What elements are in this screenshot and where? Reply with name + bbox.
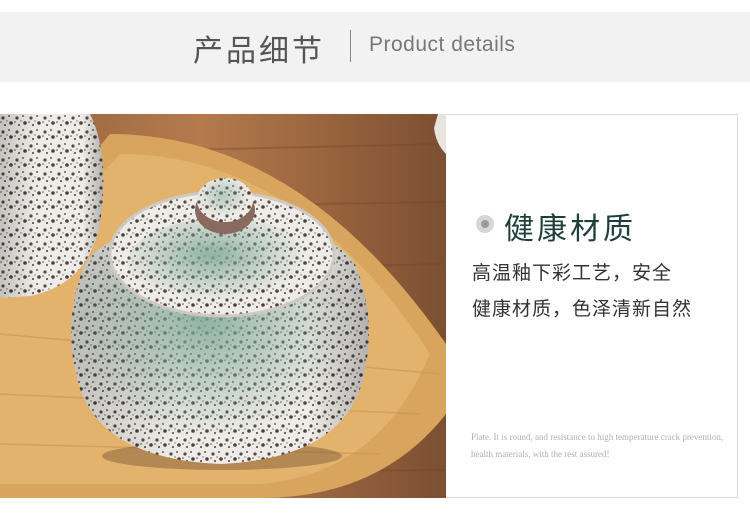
ceramic-jar-illustration [0,114,446,498]
header-divider [350,30,351,62]
product-photo [0,114,446,498]
bullet-dot-icon [476,215,494,233]
section-header: 产品细节 Product details [0,12,750,82]
header-title-cn: 产品细节 [193,34,325,69]
feature-desc-line-1: 高温釉下彩工艺，安全 [472,262,673,284]
feature-panel: 健康材质 高温釉下彩工艺，安全 健康材质，色泽清新自然 Plate. It is… [446,114,738,498]
feature-note-en: Plate. It is round, and resistance to hi… [471,432,724,459]
feature-title: 健康材质 [504,212,636,247]
header-title-en: Product details [369,33,516,56]
feature-desc-line-2: 健康材质，色泽清新自然 [472,298,693,320]
